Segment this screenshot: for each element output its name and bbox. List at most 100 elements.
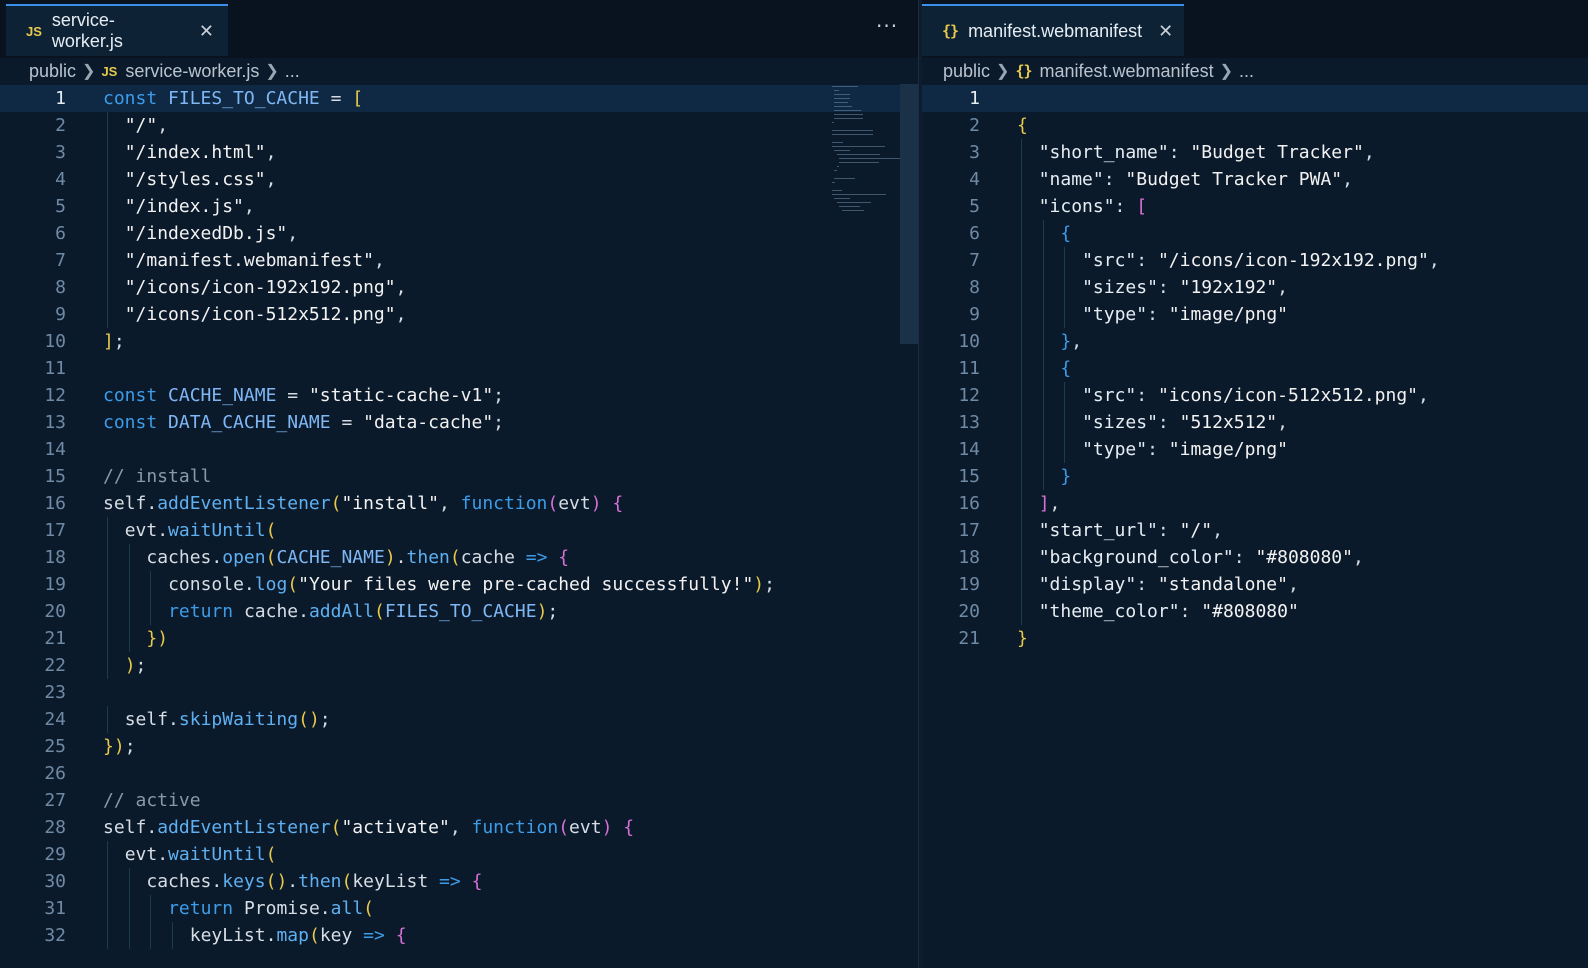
code-line[interactable]: 1 const FILES_TO_CACHE = [ <box>0 85 918 112</box>
code-line[interactable]: 16 ], <box>922 490 1588 517</box>
code-line[interactable]: 21 }) <box>0 625 918 652</box>
code-text: "/styles.css", <box>124 169 277 190</box>
code-line[interactable]: 15 } <box>922 463 1588 490</box>
code-line[interactable]: 28 self.addEventListener("activate", func… <box>0 814 918 841</box>
code-line[interactable]: 5 "/index.js", <box>0 193 918 220</box>
line-number: 31 <box>44 898 66 919</box>
minimap-line <box>834 114 863 115</box>
breadcrumb-folder[interactable]: public <box>29 61 76 82</box>
code-line[interactable]: 12 "src": "icons/icon-512x512.png", <box>922 382 1588 409</box>
code-line[interactable]: 24 self.skipWaiting(); <box>0 706 918 733</box>
code-line[interactable]: 2 "/", <box>0 112 918 139</box>
minimap-line <box>841 210 864 211</box>
minimap-line <box>834 90 839 91</box>
code-line[interactable]: 3 "short_name": "Budget Tracker", <box>922 139 1588 166</box>
more-actions-icon[interactable]: ··· <box>876 14 898 38</box>
code-line[interactable]: 14 "type": "image/png" <box>922 436 1588 463</box>
code-line[interactable]: 13 const DATA_CACHE_NAME = "data-cache"; <box>0 409 918 436</box>
breadcrumb-symbols[interactable]: ... <box>1239 61 1254 82</box>
code-area[interactable]: 1 const FILES_TO_CACHE = [2 "/", 3 "/index… <box>0 84 918 968</box>
code-line[interactable]: 16 self.addEventListener("install", funct… <box>0 490 918 517</box>
code-line[interactable]: 12 const CACHE_NAME = "static-cache-v1"; <box>0 382 918 409</box>
tab-service-worker-js[interactable]: JS service-worker.js ✕ <box>6 4 228 56</box>
code-text: "start_url": "/", <box>1038 520 1223 541</box>
vertical-scrollbar[interactable] <box>900 84 918 344</box>
code-line[interactable]: 6 "/indexedDb.js", <box>0 220 918 247</box>
chevron-right-icon: ❯ <box>82 63 96 80</box>
code-line[interactable]: 26 <box>0 760 918 787</box>
code-area[interactable]: 1 2{3 "short_name": "Budget Tracker", 4 "n… <box>922 84 1588 968</box>
code-line[interactable]: 20 "theme_color": "#808080" <box>922 598 1588 625</box>
breadcrumb-symbols[interactable]: ... <box>285 61 300 82</box>
line-number: 14 <box>44 439 66 460</box>
code-line[interactable]: 13 "sizes": "512x512", <box>922 409 1588 436</box>
code-line[interactable]: 15 // install <box>0 463 918 490</box>
code-line[interactable]: 18 "background_color": "#808080", <box>922 544 1588 571</box>
code-text: "/manifest.webmanifest", <box>124 250 385 271</box>
line-number: 2 <box>969 115 980 136</box>
javascript-file-icon: JS <box>101 63 118 79</box>
code-text: }, <box>1060 331 1083 352</box>
line-number: 12 <box>44 385 66 406</box>
code-line[interactable]: 1 <box>922 85 1588 112</box>
code-line[interactable]: 3 "/index.html", <box>0 139 918 166</box>
code-text: { <box>1060 223 1072 244</box>
code-line[interactable]: 17 "start_url": "/", <box>922 517 1588 544</box>
code-line[interactable]: 7 "src": "/icons/icon-192x192.png", <box>922 247 1588 274</box>
code-line[interactable]: 27 // active <box>0 787 918 814</box>
code-line[interactable]: 32 keyList.map(key => { <box>0 922 918 949</box>
code-line[interactable]: 22 ); <box>0 652 918 679</box>
code-text: evt.waitUntil( <box>124 844 277 865</box>
code-line[interactable]: 29 evt.waitUntil( <box>0 841 918 868</box>
breadcrumb-file[interactable]: manifest.webmanifest <box>1040 61 1214 82</box>
code-line[interactable]: 11 <box>0 355 918 382</box>
code-line[interactable]: 11 { <box>922 355 1588 382</box>
code-line[interactable]: 8 "/icons/icon-192x192.png", <box>0 274 918 301</box>
code-line[interactable]: 18 caches.open(CACHE_NAME).then(cache =>… <box>0 544 918 571</box>
line-number: 17 <box>44 520 66 541</box>
minimap-line <box>832 190 842 191</box>
line-number: 5 <box>969 196 980 217</box>
close-icon[interactable]: ✕ <box>199 21 214 42</box>
code-line[interactable]: 17 evt.waitUntil( <box>0 517 918 544</box>
code-line[interactable]: 20 return cache.addAll(FILES_TO_CACHE); <box>0 598 918 625</box>
code-line[interactable]: 31 return Promise.all( <box>0 895 918 922</box>
code-line[interactable]: 23 <box>0 679 918 706</box>
code-line[interactable]: 2{ <box>922 112 1588 139</box>
breadcrumb-folder[interactable]: public <box>943 61 990 82</box>
code-line[interactable]: 7 "/manifest.webmanifest", <box>0 247 918 274</box>
minimap[interactable] <box>826 84 901 244</box>
code-text: self.addEventListener("activate", functi… <box>103 817 635 838</box>
minimap-line <box>834 106 852 107</box>
javascript-file-icon: JS <box>26 23 42 39</box>
code-text: ); <box>124 655 147 676</box>
code-line[interactable]: 4 "/styles.css", <box>0 166 918 193</box>
tab-label: manifest.webmanifest <box>968 20 1143 41</box>
code-line[interactable]: 10]; <box>0 328 918 355</box>
line-number: 16 <box>958 493 980 514</box>
line-number: 11 <box>44 358 66 379</box>
line-number: 4 <box>969 169 980 190</box>
code-line[interactable]: 9 "type": "image/png" <box>922 301 1588 328</box>
code-text: caches.keys().then(keyList => { <box>146 871 483 892</box>
code-line[interactable]: 10 }, <box>922 328 1588 355</box>
line-number: 6 <box>55 223 66 244</box>
code-line[interactable]: 21} <box>922 625 1588 652</box>
code-line[interactable]: 6 { <box>922 220 1588 247</box>
tab-manifest-webmanifest[interactable]: {} manifest.webmanifest ✕ <box>922 4 1184 56</box>
code-line[interactable]: 4 "name": "Budget Tracker PWA", <box>922 166 1588 193</box>
code-line[interactable]: 8 "sizes": "192x192", <box>922 274 1588 301</box>
breadcrumb-file[interactable]: service-worker.js <box>125 61 259 82</box>
code-line[interactable]: 19 console.log("Your files were pre-cach… <box>0 571 918 598</box>
code-line[interactable]: 30 caches.keys().then(keyList => { <box>0 868 918 895</box>
editor-group-left: JS service-worker.js ✕ ··· public ❯ JS s… <box>0 0 918 968</box>
code-text: "display": "standalone", <box>1038 574 1299 595</box>
code-line[interactable]: 9 "/icons/icon-512x512.png", <box>0 301 918 328</box>
close-icon[interactable]: ✕ <box>1158 21 1173 42</box>
code-line[interactable]: 14 <box>0 436 918 463</box>
code-line[interactable]: 25}); <box>0 733 918 760</box>
code-text: // install <box>103 466 212 487</box>
code-text: "src": "/icons/icon-192x192.png", <box>1082 250 1440 271</box>
code-line[interactable]: 19 "display": "standalone", <box>922 571 1588 598</box>
code-line[interactable]: 5 "icons": [ <box>922 193 1588 220</box>
